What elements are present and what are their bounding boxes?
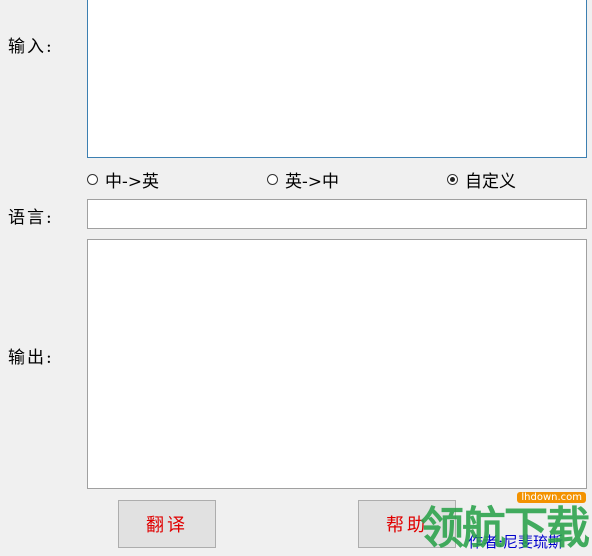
radio-selected-icon	[447, 173, 458, 185]
watermark-url: lhdown.com	[517, 492, 586, 503]
input-label: 输入:	[8, 37, 54, 57]
output-label: 输出:	[8, 348, 54, 368]
radio-en-to-zh-label: 英->中	[285, 171, 339, 192]
translate-button[interactable]: 翻译	[118, 500, 216, 548]
radio-zh-to-en[interactable]: 中->英	[87, 168, 159, 192]
language-label: 语言:	[8, 208, 54, 228]
radio-custom-label: 自定义	[465, 171, 516, 192]
author-text: 作者:尼斐琉斯	[468, 533, 564, 551]
language-input[interactable]	[87, 199, 587, 229]
radio-circle-icon	[87, 173, 98, 185]
help-button[interactable]: 帮助	[358, 500, 456, 548]
input-textarea[interactable]	[87, 0, 587, 158]
radio-en-to-zh[interactable]: 英->中	[267, 168, 339, 192]
radio-circle-icon	[267, 173, 278, 185]
output-textarea[interactable]	[87, 239, 587, 489]
radio-custom[interactable]: 自定义	[447, 168, 516, 192]
radio-zh-to-en-label: 中->英	[105, 171, 159, 192]
